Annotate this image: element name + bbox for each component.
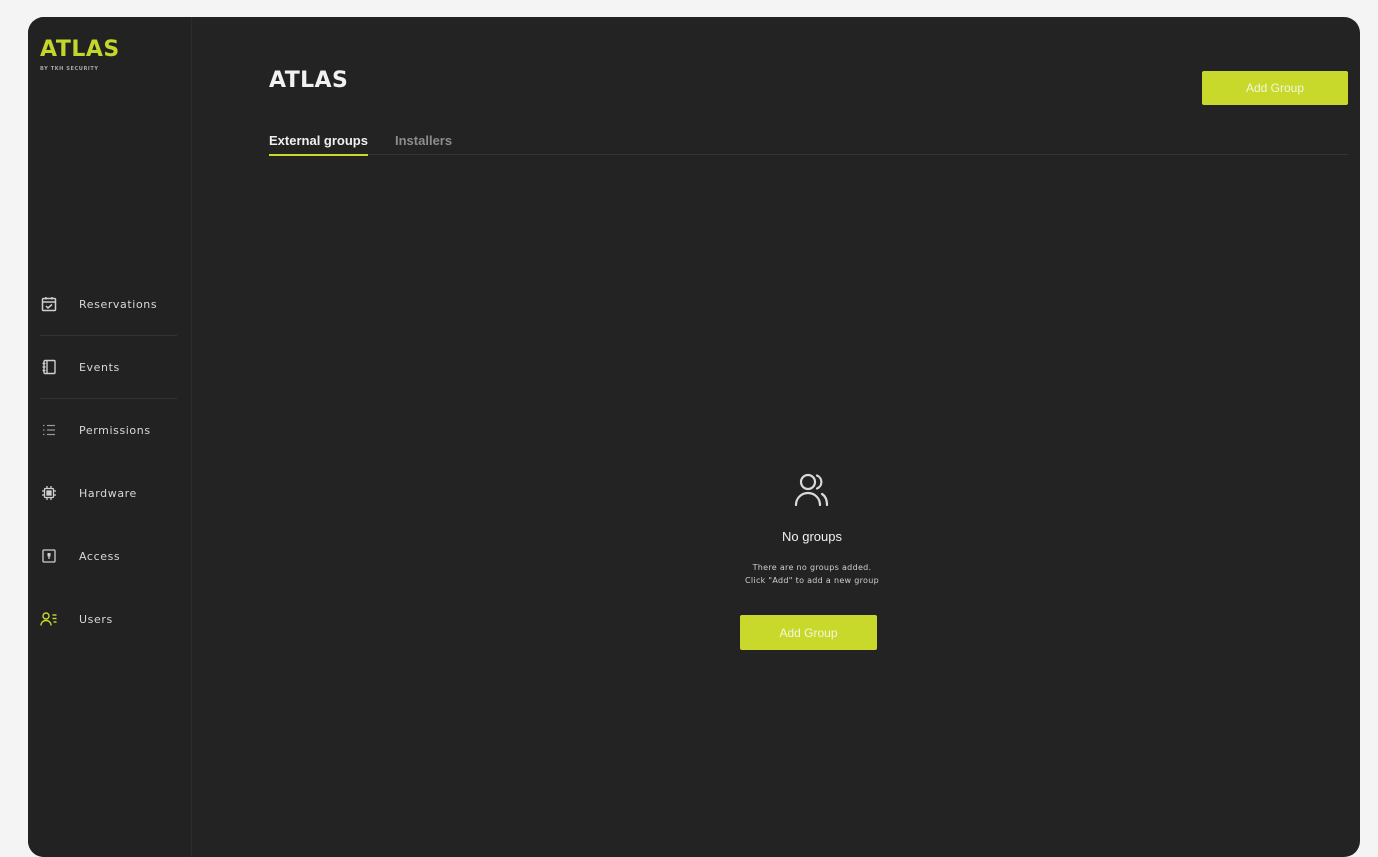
sidebar-item-access[interactable]: Access bbox=[28, 538, 191, 574]
empty-state-title: No groups bbox=[782, 529, 842, 544]
empty-state-line1: There are no groups added. bbox=[752, 563, 872, 572]
calendar-check-icon bbox=[40, 295, 58, 313]
tab-external-groups[interactable]: External groups bbox=[269, 133, 368, 156]
list-icon bbox=[40, 421, 58, 439]
page-title: ATLAS bbox=[269, 68, 349, 93]
tab-bar: External groups Installers bbox=[269, 131, 1348, 156]
sidebar: ATLAS BY TKH SECURITY Reservations Event… bbox=[28, 17, 192, 857]
sidebar-item-label: Permissions bbox=[79, 423, 151, 437]
brand-logo[interactable]: ATLAS BY TKH SECURITY bbox=[40, 37, 120, 73]
main-content: ATLAS Add Group External groups Installe… bbox=[192, 17, 1360, 857]
empty-state: No groups There are no groups added. Cli… bbox=[712, 469, 912, 587]
tab-installers[interactable]: Installers bbox=[395, 133, 452, 154]
sidebar-item-permissions[interactable]: Permissions bbox=[28, 412, 191, 448]
brand-subtitle: BY TKH SECURITY bbox=[40, 66, 99, 72]
sidebar-nav: Reservations Events Permissions Hardware… bbox=[28, 286, 191, 637]
sidebar-item-label: Users bbox=[79, 612, 113, 626]
empty-state-line2: Click "Add" to add a new group bbox=[745, 576, 879, 585]
sidebar-item-events[interactable]: Events bbox=[28, 349, 191, 385]
add-group-button[interactable]: Add Group bbox=[1202, 71, 1348, 105]
notebook-icon bbox=[40, 358, 58, 376]
brand-name: ATLAS bbox=[40, 37, 120, 62]
divider bbox=[40, 398, 177, 399]
sidebar-item-label: Events bbox=[79, 360, 120, 374]
app-window: ATLAS BY TKH SECURITY Reservations Event… bbox=[28, 17, 1360, 857]
users-list-icon bbox=[40, 610, 58, 628]
users-icon bbox=[792, 469, 832, 509]
sidebar-item-reservations[interactable]: Reservations bbox=[28, 286, 191, 322]
sidebar-item-label: Hardware bbox=[79, 486, 137, 500]
sidebar-item-label: Access bbox=[79, 549, 121, 563]
empty-state-description: There are no groups added. Click "Add" t… bbox=[712, 561, 912, 587]
sidebar-item-hardware[interactable]: Hardware bbox=[28, 475, 191, 511]
chip-icon bbox=[40, 484, 58, 502]
door-icon bbox=[40, 547, 58, 565]
empty-state-add-group-button[interactable]: Add Group bbox=[740, 615, 877, 650]
sidebar-item-users[interactable]: Users bbox=[28, 601, 191, 637]
sidebar-item-label: Reservations bbox=[79, 297, 158, 311]
divider bbox=[40, 335, 177, 336]
